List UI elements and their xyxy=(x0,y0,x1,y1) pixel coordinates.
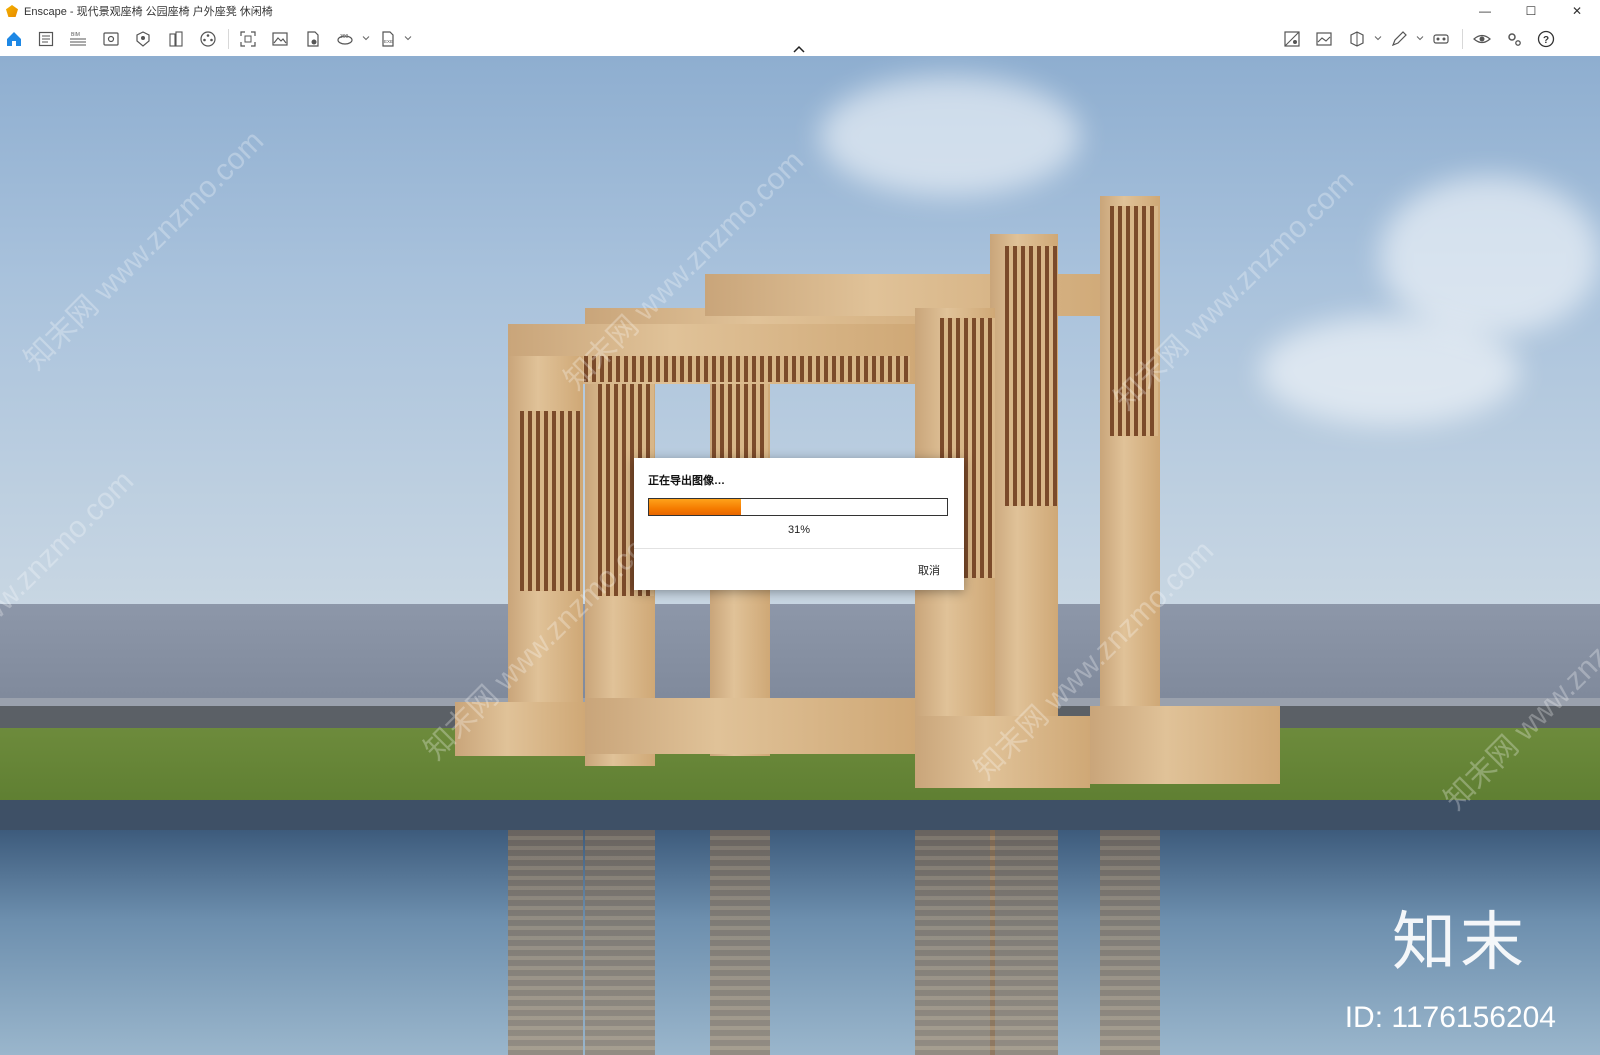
material-editor-icon[interactable] xyxy=(1347,30,1367,48)
pencil-editor-icon[interactable] xyxy=(1389,30,1409,48)
watermark-id: ID: 1176156204 xyxy=(1344,1001,1556,1034)
bim-icon[interactable]: BIM xyxy=(68,30,88,48)
brand-watermark: 知末 xyxy=(1392,906,1528,980)
settings-gear-icon[interactable] xyxy=(1504,30,1524,48)
svg-text:BIM: BIM xyxy=(71,32,80,38)
dialog-divider xyxy=(634,548,964,549)
minimize-button[interactable]: — xyxy=(1462,0,1508,22)
dialog-title: 正在导出图像… xyxy=(648,475,725,487)
pillar-reflection xyxy=(710,830,770,1055)
view-eye-icon[interactable] xyxy=(1472,30,1492,48)
pillar-reflection xyxy=(1100,830,1160,1055)
export-progress-dialog: 正在导出图像… 31% 取消 xyxy=(634,458,964,590)
panorama-360-icon[interactable]: 360 xyxy=(335,30,355,48)
pillar-reflection xyxy=(990,830,1058,1055)
window-controls: — ☐ ✕ xyxy=(1462,0,1600,22)
svg-text:EXE: EXE xyxy=(384,39,393,44)
front-left-slats xyxy=(520,411,580,591)
vr-headset-icon[interactable] xyxy=(1431,30,1451,48)
screenshot-icon[interactable] xyxy=(238,30,258,48)
enscape-logo-icon xyxy=(6,5,18,17)
svg-text:360: 360 xyxy=(340,34,349,40)
bench-block-right xyxy=(1090,706,1280,784)
middle-right-slats xyxy=(1005,246,1057,506)
cancel-button[interactable]: 取消 xyxy=(918,562,940,578)
cloud xyxy=(1260,316,1520,426)
view-icon[interactable] xyxy=(101,30,121,48)
batch-render-icon[interactable] xyxy=(303,30,323,48)
home-icon[interactable] xyxy=(4,30,24,48)
help-icon[interactable]: ? xyxy=(1536,30,1556,48)
maximize-button[interactable]: ☐ xyxy=(1508,0,1554,22)
background-wall xyxy=(0,604,1600,704)
pillar-reflection xyxy=(585,830,655,1055)
export-exe-icon[interactable]: EXE xyxy=(378,30,398,48)
progress-bar-fill xyxy=(649,499,742,515)
export-dropdown-chevron-icon[interactable] xyxy=(404,34,412,42)
toolbar-divider xyxy=(1462,29,1463,49)
help-label: ? xyxy=(1543,35,1549,46)
building-icon[interactable] xyxy=(166,30,186,48)
toolbar-divider xyxy=(228,29,229,49)
video-editor-icon[interactable] xyxy=(198,30,218,48)
close-button[interactable]: ✕ xyxy=(1554,0,1600,22)
collapse-toolbar-chevron-icon[interactable] xyxy=(792,44,806,54)
title-bar: Enscape - 现代景观座椅 公园座椅 户外座凳 休闲椅 — ☐ ✕ xyxy=(0,0,1600,22)
pillar-reflection xyxy=(508,830,583,1055)
visual-settings-icon[interactable] xyxy=(1282,30,1302,48)
cloud xyxy=(1380,176,1600,336)
progress-bar xyxy=(648,498,948,516)
atmosphere-icon[interactable] xyxy=(1314,30,1334,48)
material-dropdown-chevron-icon[interactable] xyxy=(1374,34,1382,42)
render-image-icon[interactable] xyxy=(270,30,290,48)
cloud xyxy=(820,76,1080,196)
notes-icon[interactable] xyxy=(36,30,56,48)
progress-percent: 31% xyxy=(787,524,811,536)
asset-library-icon[interactable] xyxy=(133,30,153,48)
bench-block-center xyxy=(585,698,915,754)
pillar-reflection xyxy=(915,830,995,1055)
panorama-dropdown-chevron-icon[interactable] xyxy=(362,34,370,42)
pool-edge xyxy=(0,800,1600,830)
window-title: Enscape - 现代景观座椅 公园座椅 户外座凳 休闲椅 xyxy=(24,6,273,18)
pencil-dropdown-chevron-icon[interactable] xyxy=(1416,34,1424,42)
